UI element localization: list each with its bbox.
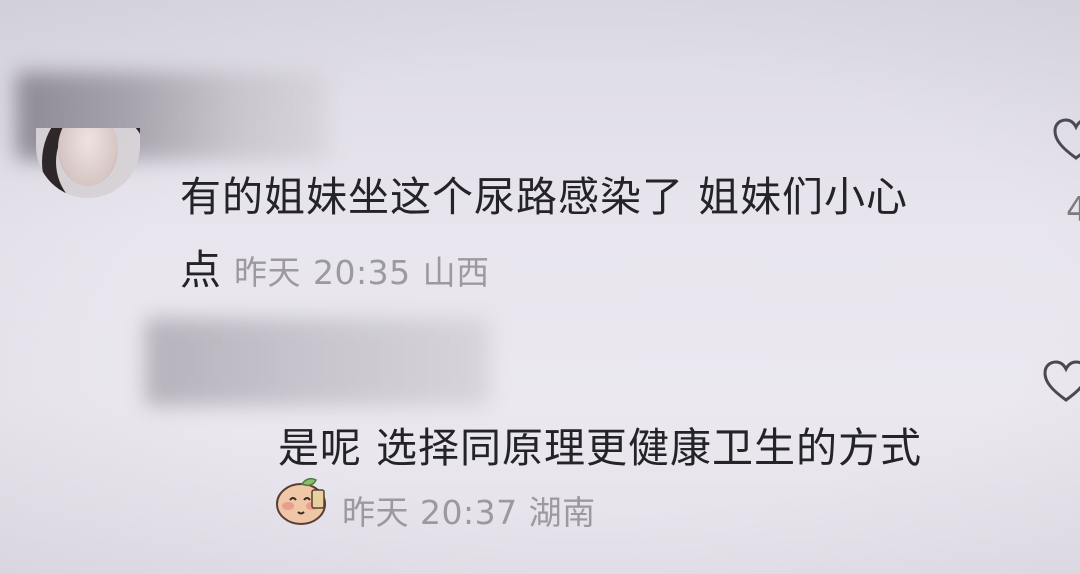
comment-screen: 有的姐妹坐这个尿路感染了 姐妹们小心 点昨天 20:35 山西 4 是呢 选择同原理…	[0, 0, 1080, 574]
comment-location: 山西	[422, 253, 490, 292]
comment-text-continued: 点昨天 20:35 山西	[180, 236, 490, 296]
comment-text[interactable]: 有的姐妹坐这个尿路感染了 姐妹们小心	[180, 163, 908, 223]
reply-date: 昨天	[342, 493, 409, 532]
comment-date: 昨天	[234, 253, 301, 292]
comment-text-tail[interactable]: 点	[180, 246, 222, 294]
like-heart-icon[interactable]	[1042, 358, 1080, 406]
avatar[interactable]	[36, 128, 140, 198]
comment-time: 20:35	[313, 253, 411, 292]
blurred-username	[145, 318, 490, 406]
reply-location: 湖南	[528, 493, 596, 532]
peach-badge-icon	[276, 477, 326, 525]
like-count: 4	[1066, 190, 1080, 230]
reply-text[interactable]: 是呢 选择同原理更健康卫生的方式	[278, 414, 922, 474]
reply-meta: 昨天 20:37 湖南	[342, 486, 596, 534]
like-heart-icon[interactable]	[1052, 116, 1080, 164]
reply-time: 20:37	[420, 493, 518, 532]
